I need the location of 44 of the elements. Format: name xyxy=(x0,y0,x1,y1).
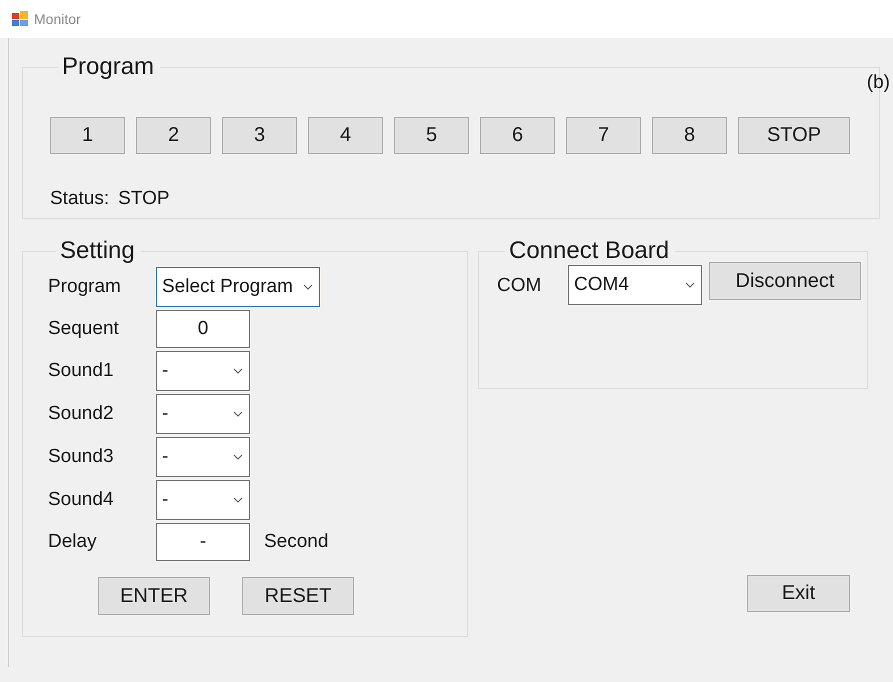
dropdown[interactable]: - xyxy=(156,437,250,477)
window-title: Monitor xyxy=(34,11,81,27)
disconnect-button[interactable]: Disconnect xyxy=(709,262,861,300)
field-label: Program xyxy=(48,276,122,298)
program-button[interactable]: 7 xyxy=(566,117,641,154)
input-field[interactable]: 0 xyxy=(156,310,250,348)
field-label: Sound2 xyxy=(48,403,115,425)
group-title: Connect Board xyxy=(508,237,670,265)
port-dropdown[interactable]: COM4 xyxy=(568,265,702,305)
dropdown[interactable]: Select Program xyxy=(156,267,320,307)
field-label: Delay xyxy=(48,531,98,553)
program-button[interactable]: 5 xyxy=(394,117,469,154)
app-icon xyxy=(12,11,28,27)
chevron-icon xyxy=(233,411,243,417)
program-button[interactable]: 1 xyxy=(50,117,125,154)
chevron-icon xyxy=(302,284,313,290)
status-value: STOP xyxy=(118,188,170,210)
program-button[interactable]: STOP xyxy=(738,117,850,154)
dropdown[interactable]: - xyxy=(156,394,250,434)
dropdown[interactable]: - xyxy=(156,480,250,520)
group-title: Program xyxy=(61,53,156,81)
field-label: Sound3 xyxy=(48,446,115,468)
unit-label: Second xyxy=(264,531,328,553)
group-title: Setting xyxy=(59,237,136,265)
field-label: Sound1 xyxy=(48,360,115,382)
program-button[interactable]: 4 xyxy=(308,117,383,154)
input-field[interactable]: - xyxy=(156,523,250,561)
chevron-icon xyxy=(233,497,243,503)
field-label: Sound4 xyxy=(48,489,115,511)
program-button[interactable]: 3 xyxy=(222,117,297,154)
program-button[interactable]: 6 xyxy=(480,117,555,154)
dropdown[interactable]: - xyxy=(156,351,250,391)
field-label: Sequent xyxy=(48,318,120,340)
action-button[interactable]: ENTER xyxy=(98,577,210,615)
chevron-icon xyxy=(685,282,695,288)
chevron-icon xyxy=(233,368,243,374)
status-label: Status: xyxy=(50,188,110,210)
port-label: COM xyxy=(497,275,542,297)
figure-label: (b) xyxy=(866,72,890,94)
action-button[interactable]: RESET xyxy=(242,577,354,615)
program-button[interactable]: 2 xyxy=(136,117,211,154)
chevron-icon xyxy=(233,454,243,460)
exit-button[interactable]: Exit xyxy=(747,575,850,612)
program-button[interactable]: 8 xyxy=(652,117,727,154)
